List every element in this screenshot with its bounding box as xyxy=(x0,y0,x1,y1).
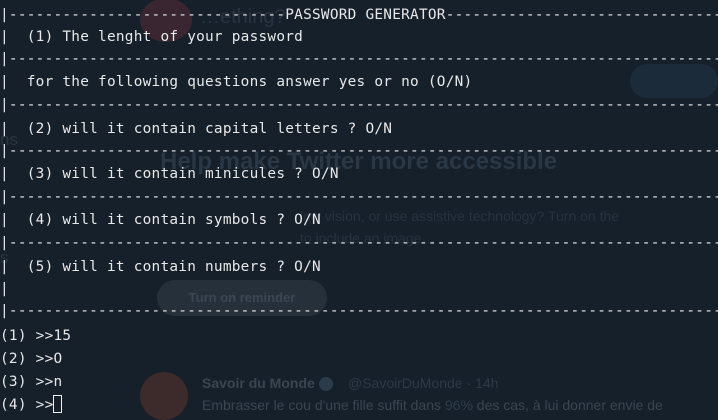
separator-line: |---------------------------------------… xyxy=(0,143,718,159)
separator-line: |---------------------------------------… xyxy=(0,235,718,251)
question-lowercase: | (3) will it contain minicules ? O/N | xyxy=(0,166,718,182)
question-capital-letters: | (2) will it contain capital letters ? … xyxy=(0,121,718,137)
separator-line: |---------------------------------------… xyxy=(0,97,718,113)
frame-edge-line: | | xyxy=(0,281,718,297)
answer-line: (2) >>O xyxy=(0,351,63,367)
input-prompt: (4) >> xyxy=(0,397,54,413)
terminal-window[interactable]: |-------------------------------PASSWORD… xyxy=(0,0,718,416)
separator-line: |---------------------------------------… xyxy=(0,303,718,319)
answer-line: (3) >>n xyxy=(0,374,63,390)
yes-no-instruction: | for the following questions answer yes… xyxy=(0,74,718,90)
question-numbers: | (5) will it contain numbers ? O/N | xyxy=(0,259,718,275)
input-prompt-line[interactable]: (4) >> xyxy=(0,395,63,415)
separator-line: |---------------------------------------… xyxy=(0,189,718,205)
question-symbols: | (4) will it contain symbols ? O/N | xyxy=(0,212,718,228)
answer-line: (1) >>15 xyxy=(0,328,72,344)
question-password-length: | (1) The lenght of your password | xyxy=(0,29,718,45)
generator-title-border: |-------------------------------PASSWORD… xyxy=(0,7,718,23)
separator-line: |---------------------------------------… xyxy=(0,51,718,67)
text-cursor[interactable] xyxy=(53,395,63,413)
